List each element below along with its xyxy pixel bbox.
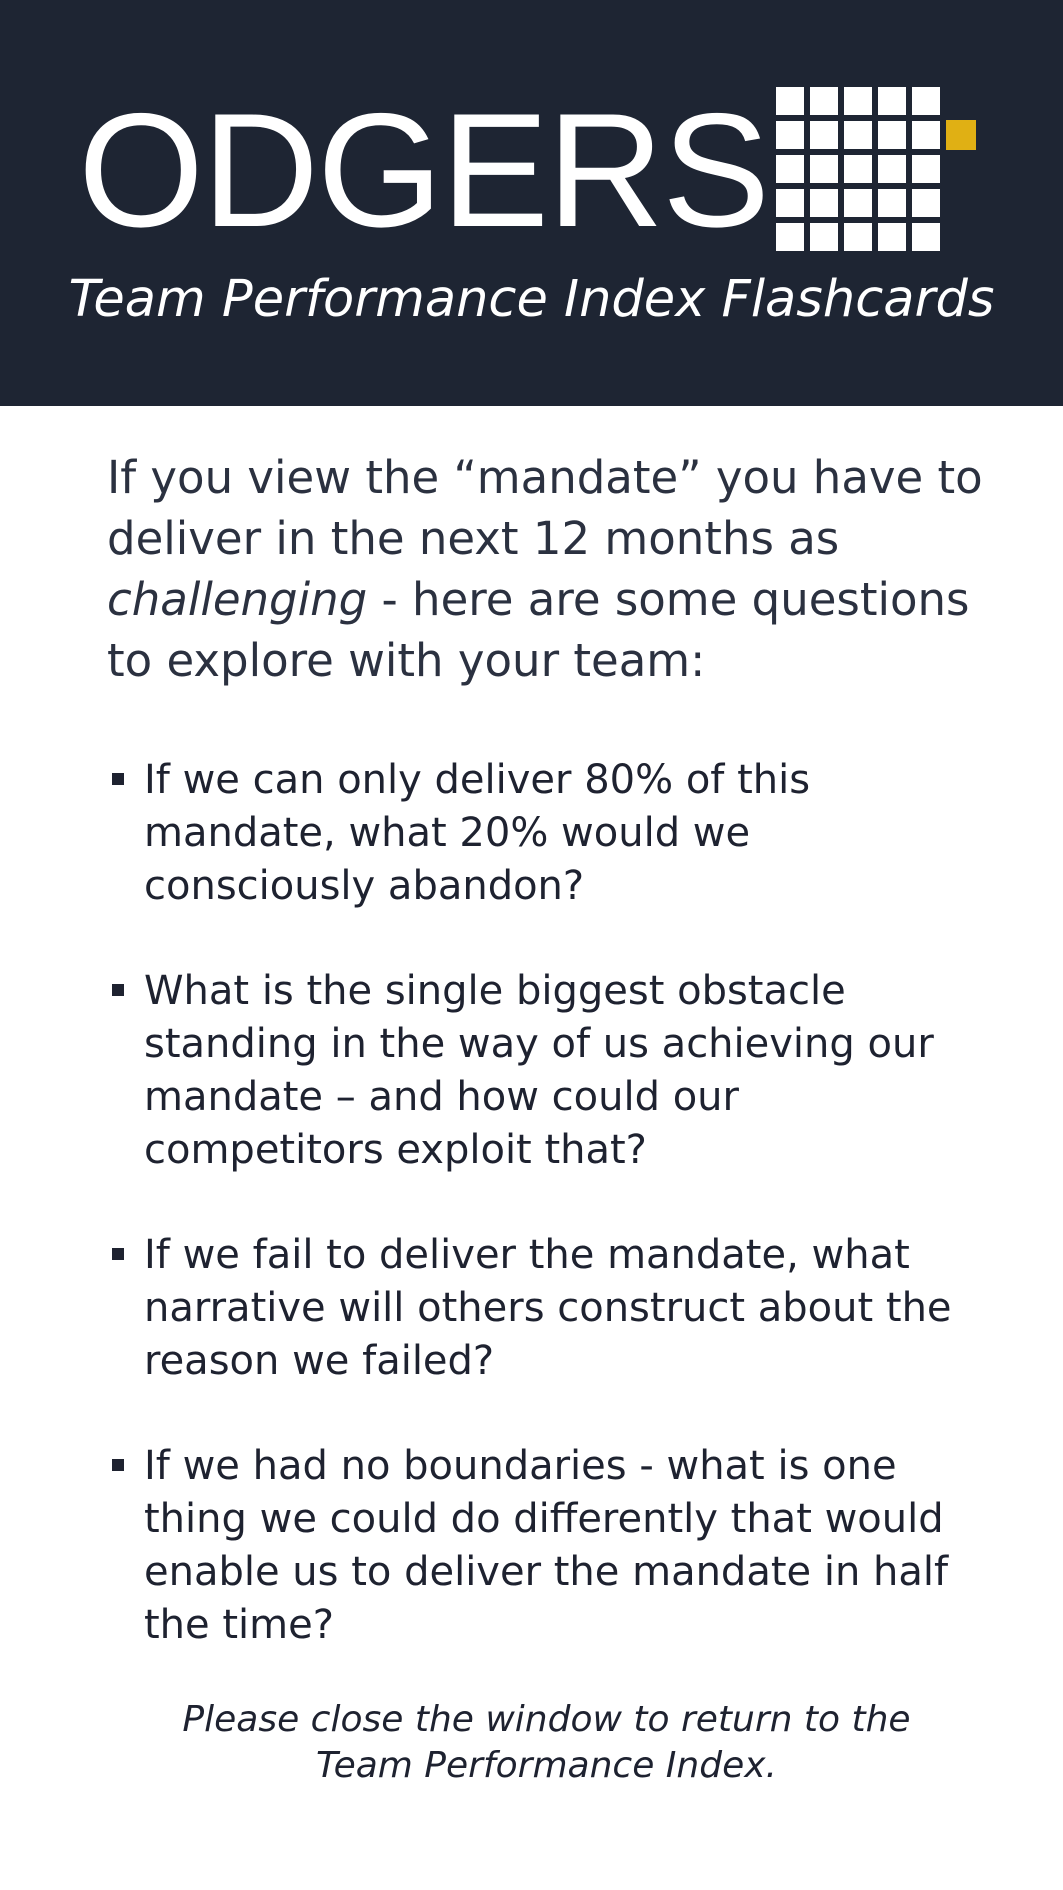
logo-grid-cell [776,121,804,149]
logo-grid-cell [878,155,906,183]
square-bullet-icon [112,773,124,785]
header-banner: ODGERS Team Performance Index Flashcards [0,0,1063,406]
square-bullet-icon [112,1248,124,1260]
logo-grid-cell [912,223,940,251]
square-bullet-icon [112,984,124,996]
logo-grid-cell [912,121,940,149]
page-title: Team Performance Index Flashcards [68,270,995,329]
logo-grid-cell [776,189,804,217]
logo-grid-cell [878,189,906,217]
square-bullet-icon [112,1459,124,1471]
logo-grid-cell [776,223,804,251]
question-text: If we can only deliver 80% of this manda… [144,757,811,909]
odgers-grid-logo-icon [776,87,941,252]
logo-grid-cell [810,189,838,217]
list-item: If we fail to deliver the mandate, what … [107,1229,987,1388]
logo-grid-cell [844,121,872,149]
intro-text: If you view the “mandate” you have to de… [107,451,983,565]
return-instructions: Please close the window to return to the… [0,1697,1063,1789]
list-item: If we can only deliver 80% of this manda… [107,754,987,913]
logo-grid-cell [844,155,872,183]
logo-grid-cell [776,87,804,115]
logo-grid-cell [912,87,940,115]
logo-grid-cell [878,223,906,251]
logo-grid-cell [844,223,872,251]
footer-line-1: Please close the window to return to the [182,1699,911,1740]
question-text: If we had no boundaries - what is one th… [144,1443,949,1648]
footer-line-2: Team Performance Index. [316,1745,777,1786]
logo-grid-cell [878,121,906,149]
intro-paragraph: If you view the “mandate” you have to de… [107,447,987,691]
logo-grid-cell [810,121,838,149]
list-item: If we had no boundaries - what is one th… [107,1440,987,1652]
logo-grid-cell [810,155,838,183]
logo-grid-cell [810,223,838,251]
list-item: What is the single biggest obstacle stan… [107,965,987,1177]
logo-grid-cell [912,189,940,217]
question-text: What is the single biggest obstacle stan… [144,968,934,1173]
logo-grid-cell [878,87,906,115]
logo-grid-cell [810,87,838,115]
question-text: If we fail to deliver the mandate, what … [144,1232,952,1384]
question-list: If we can only deliver 80% of this manda… [107,754,987,1704]
logo-wordmark: ODGERS [78,80,770,261]
logo-grid-cell [844,87,872,115]
logo-accent-square [946,120,976,150]
intro-emphasis: challenging [107,573,368,626]
logo-grid-cell [844,189,872,217]
logo-grid-cell [776,155,804,183]
logo-grid-cell [912,155,940,183]
